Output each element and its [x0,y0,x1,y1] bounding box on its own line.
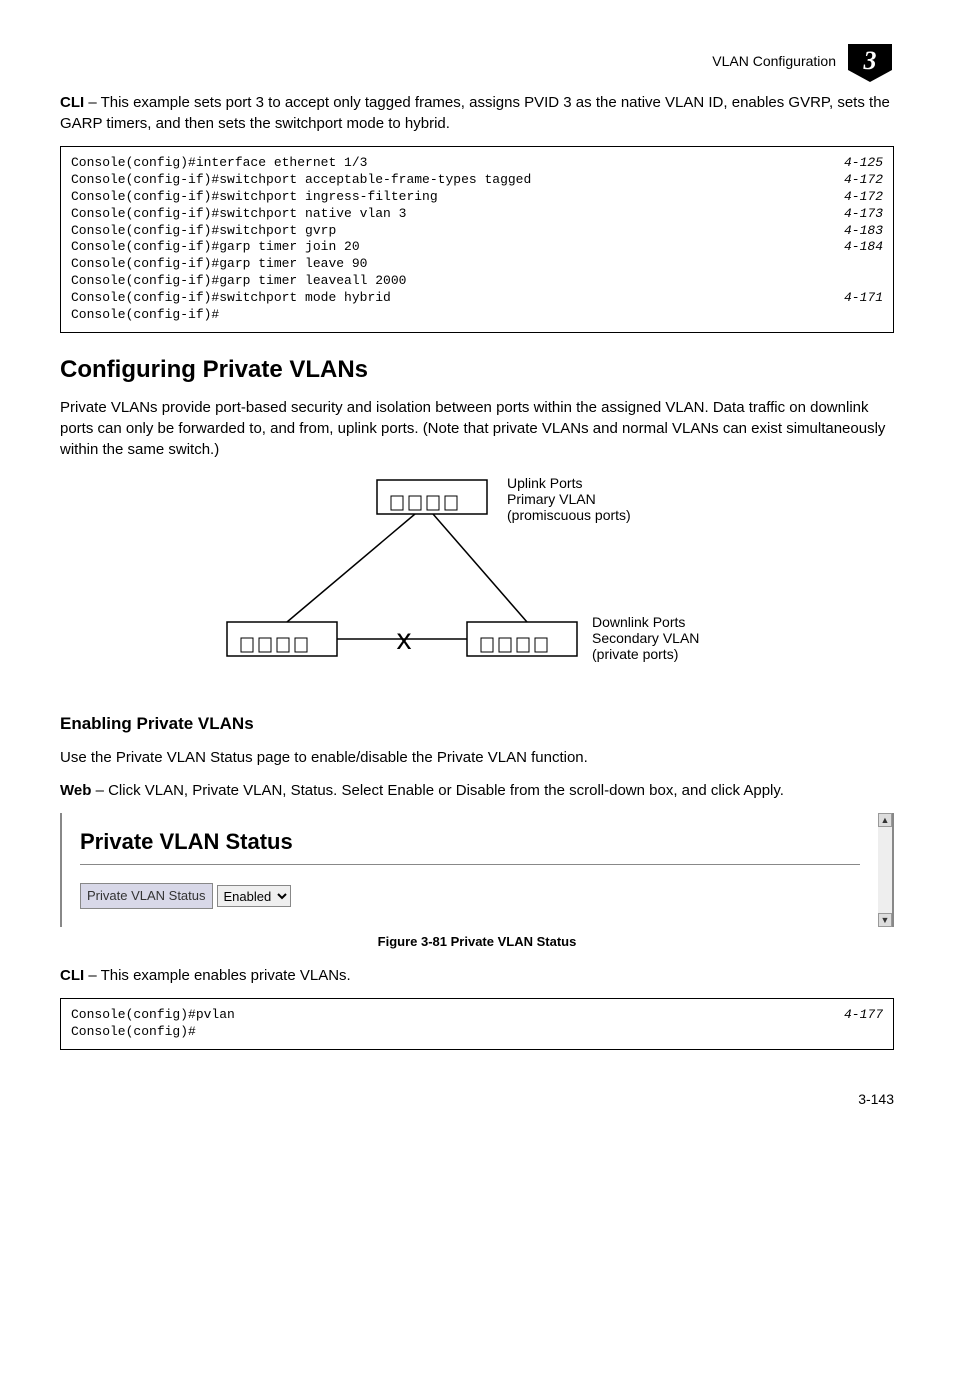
vlan-diagram: Uplink Ports Primary VLAN (promiscuous p… [197,472,757,692]
cli-code-block-2: Console(config)#pvlan4-177Console(config… [60,998,894,1050]
section-heading: Configuring Private VLANs [60,353,894,387]
page-number: 3-143 [60,1090,894,1110]
cli-prefix-2: CLI [60,967,84,984]
web-prefix: Web [60,782,91,799]
screenshot-title: Private VLAN Status [80,827,860,858]
cli-paragraph-2: CLI – This example enables private VLANs… [60,965,894,986]
cli-text-2: – This example enables private VLANs. [84,967,351,984]
chapter-badge: 3 [846,40,894,84]
uplink-label-1: Uplink Ports [507,475,582,491]
downlink-label-1: Downlink Ports [592,614,685,630]
section-title: VLAN Configuration [712,52,836,72]
section-paragraph: Private VLANs provide port-based securit… [60,397,894,460]
figure-caption: Figure 3-81 Private VLAN Status [60,933,894,951]
subsection-heading: Enabling Private VLANs [60,712,894,736]
divider [80,864,860,865]
chapter-number: 3 [864,43,877,79]
uplink-label-2: Primary VLAN [507,491,596,507]
subsection-paragraph: Use the Private VLAN Status page to enab… [60,747,894,768]
web-text: – Click VLAN, Private VLAN, Status. Sele… [91,782,784,799]
page-header: VLAN Configuration 3 [60,40,894,84]
x-mark: x [397,623,412,656]
scroll-up-icon[interactable]: ▲ [878,813,892,827]
status-row: Private VLAN Status Enabled [80,883,860,909]
cli-text: – This example sets port 3 to accept onl… [60,94,890,132]
web-paragraph: Web – Click VLAN, Private VLAN, Status. … [60,780,894,801]
status-select[interactable]: Enabled [217,885,291,907]
downlink-label-3: (private ports) [592,646,678,662]
cli-code-block-1: Console(config)#interface ethernet 1/34-… [60,146,894,333]
downlink-label-2: Secondary VLAN [592,630,699,646]
cli-prefix: CLI [60,94,84,111]
screenshot-panel: ▲ ▼ Private VLAN Status Private VLAN Sta… [60,813,894,927]
uplink-label-3: (promiscuous ports) [507,507,631,523]
scroll-down-icon[interactable]: ▼ [878,913,892,927]
status-field-label: Private VLAN Status [80,883,213,909]
cli-intro-paragraph: CLI – This example sets port 3 to accept… [60,92,894,134]
